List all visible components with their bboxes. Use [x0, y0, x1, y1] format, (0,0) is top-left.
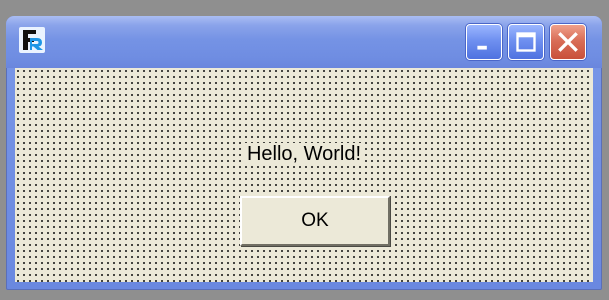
minimize-button[interactable]	[466, 24, 502, 60]
greeting-container: Hello, World!	[15, 142, 593, 166]
app-logo-icon[interactable]	[19, 27, 45, 53]
maximize-button[interactable]	[508, 24, 544, 60]
ok-button[interactable]: OK	[240, 196, 390, 246]
greeting-label: Hello, World!	[244, 143, 364, 165]
minimize-icon	[477, 45, 487, 50]
close-icon	[558, 32, 578, 52]
client-area: Hello, World! OK	[15, 68, 593, 282]
maximize-icon	[516, 32, 536, 52]
app-window: Hello, World! OK	[6, 16, 602, 290]
close-button[interactable]	[550, 24, 586, 60]
title-bar[interactable]	[6, 16, 602, 68]
